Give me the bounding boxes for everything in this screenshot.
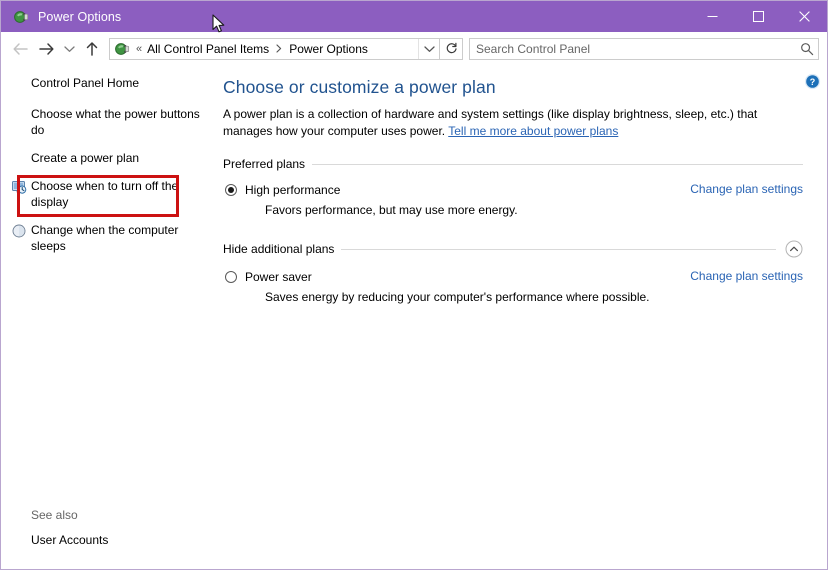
sidebar-item-label: Choose when to turn off the display — [31, 179, 179, 209]
help-icon[interactable]: ? — [804, 73, 821, 90]
search-box[interactable] — [469, 37, 819, 60]
sidebar-item-label: Control Panel Home — [31, 76, 140, 90]
sidebar-item-label: Choose what the power buttons do — [31, 107, 200, 137]
moon-sleep-icon — [11, 223, 27, 239]
see-also-section: See also User Accounts — [31, 508, 211, 547]
plan-row-power-saver: Power saver Saves energy by reducing you… — [223, 269, 803, 305]
change-plan-settings-link-power-saver[interactable]: Change plan settings — [690, 269, 803, 283]
breadcrumb-item-power-options[interactable]: Power Options — [286, 42, 371, 56]
address-dropdown-button[interactable] — [418, 38, 439, 59]
see-also-title: See also — [31, 508, 78, 522]
power-plug-icon — [13, 9, 29, 25]
tell-me-more-link[interactable]: Tell me more about power plans — [448, 124, 618, 138]
sidebar-item-control-panel-home[interactable]: Control Panel Home — [1, 72, 223, 94]
minimize-button[interactable] — [689, 1, 735, 32]
window-controls — [689, 1, 827, 32]
plan-radio-high-performance[interactable] — [225, 184, 237, 196]
forward-button[interactable] — [33, 37, 59, 61]
change-plan-settings-link-high-performance[interactable]: Change plan settings — [690, 182, 803, 196]
plan-row-high-performance: High performance Favors performance, but… — [223, 182, 803, 218]
sidebar-item-computer-sleeps[interactable]: Change when the computer sleeps — [1, 219, 223, 257]
address-bar[interactable]: « All Control Panel Items Power Options — [109, 37, 440, 60]
plan-description: Saves energy by reducing your computer's… — [265, 290, 650, 304]
group-additional-plans: Hide additional plans Power saver Saves … — [223, 240, 803, 305]
window-title: Power Options — [38, 9, 122, 24]
page-description: A power plan is a collection of hardware… — [223, 106, 803, 139]
sidebar-item-create-power-plan[interactable]: Create a power plan — [1, 147, 223, 169]
plan-radio-power-saver[interactable] — [225, 271, 237, 283]
title-bar: Power Options — [1, 1, 827, 32]
up-button[interactable] — [79, 37, 105, 61]
recent-locations-button[interactable] — [59, 37, 79, 61]
group-divider — [312, 163, 803, 165]
sidebar-item-choose-power-buttons[interactable]: Choose what the power buttons do — [1, 103, 223, 141]
group-header: Preferred plans — [223, 157, 803, 171]
svg-text:?: ? — [810, 77, 816, 87]
monitor-clock-icon — [11, 179, 27, 195]
group-header: Hide additional plans — [223, 240, 803, 258]
group-preferred-plans: Preferred plans High performance Favors … — [223, 157, 803, 218]
address-power-plug-icon — [114, 41, 130, 57]
plan-description: Favors performance, but may use more ene… — [265, 203, 518, 217]
close-button[interactable] — [781, 1, 827, 32]
back-button[interactable] — [7, 37, 33, 61]
maximize-button[interactable] — [735, 1, 781, 32]
sidebar-item-label: Create a power plan — [31, 151, 140, 165]
sidebar-item-label: Change when the computer sleeps — [31, 223, 179, 253]
chevron-up-icon[interactable] — [785, 240, 803, 258]
group-divider — [341, 248, 776, 250]
search-input[interactable] — [470, 41, 796, 56]
search-icon[interactable] — [796, 42, 818, 56]
page-title: Choose or customize a power plan — [223, 77, 496, 97]
breadcrumb-chevron-icon[interactable] — [272, 44, 286, 53]
main-pane: ? Choose or customize a power plan A pow… — [223, 65, 827, 569]
group-header-label[interactable]: Hide additional plans — [223, 242, 334, 256]
sidebar: Control Panel Home Choose what the power… — [1, 65, 223, 569]
group-header-label: Preferred plans — [223, 157, 306, 171]
navigation-bar: « All Control Panel Items Power Options — [1, 32, 827, 65]
content-area: Control Panel Home Choose what the power… — [1, 65, 827, 569]
power-options-window: Power Options « All Control Panel Items … — [0, 0, 828, 570]
sidebar-item-turn-off-display[interactable]: Choose when to turn off the display — [1, 175, 223, 213]
refresh-button[interactable] — [440, 37, 463, 60]
see-also-link-user-accounts[interactable]: User Accounts — [31, 533, 211, 547]
breadcrumb-item-all-control-panel-items[interactable]: All Control Panel Items — [144, 42, 272, 56]
breadcrumb-overflow[interactable]: « — [134, 43, 144, 55]
